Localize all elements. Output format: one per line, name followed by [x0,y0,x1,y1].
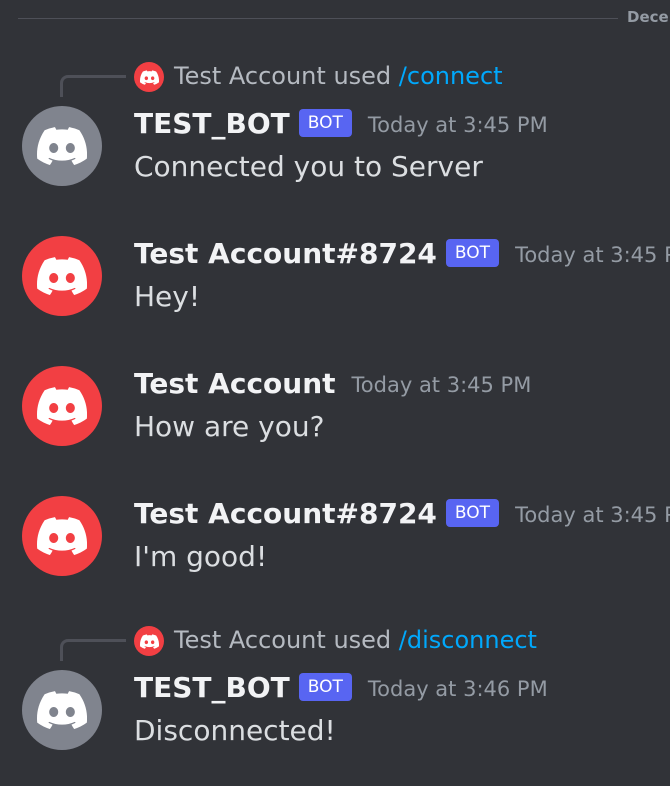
discord-logo-icon [37,691,87,729]
message-author[interactable]: Test Account [134,367,336,400]
bot-tag: BOT [445,499,500,527]
discord-logo-icon [139,69,159,85]
message-header: Test Account Today at 3:45 PM [134,365,531,401]
discord-logo-icon [37,257,87,295]
reply-username[interactable]: Test Account [174,626,326,654]
reply-avatar[interactable] [134,626,164,656]
reply-avatar[interactable] [134,62,164,92]
reply-spine [60,639,126,661]
reply-reference[interactable]: Test Account used /disconnect [0,624,670,661]
message-content: Hey! [134,280,201,313]
discord-logo-icon [37,387,87,425]
reply-text: Test Account used /connect [174,60,503,92]
discord-logo-icon [37,127,87,165]
reply-text: Test Account used /disconnect [174,624,537,656]
message-author[interactable]: Test Account#8724 [134,237,437,270]
message-timestamp[interactable]: Today at 3:45 PM [515,499,670,527]
avatar[interactable] [22,236,102,316]
message-header: Test Account#8724 BOT Today at 3:45 PM [134,235,670,271]
reply-spine [60,75,126,97]
message-header: Test Account#8724 BOT Today at 3:45 PM [134,495,670,531]
divider-line [18,18,618,19]
date-divider: Dece [0,0,670,36]
discord-logo-icon [139,633,159,649]
reply-reference[interactable]: Test Account used /connect [0,60,670,97]
message-header: TEST_BOT BOT Today at 3:46 PM [134,669,548,705]
message-header: TEST_BOT BOT Today at 3:45 PM [134,105,548,141]
message-timestamp[interactable]: Today at 3:45 PM [352,369,532,397]
bot-tag: BOT [298,673,352,701]
chat-message-list: Dece Test Account used /connect TEST_BOT… [0,0,670,786]
avatar[interactable] [22,106,102,186]
avatar[interactable] [22,366,102,446]
avatar[interactable] [22,670,102,750]
divider-date-label: Dece [627,8,669,26]
reply-used-label: used [333,62,392,90]
message-timestamp[interactable]: Today at 3:46 PM [368,673,548,701]
avatar[interactable] [22,496,102,576]
bot-tag: BOT [445,239,500,267]
message-content: Connected you to Server [134,150,483,183]
message-author[interactable]: TEST_BOT [134,671,290,704]
reply-command-link[interactable]: /connect [399,62,503,90]
message-timestamp[interactable]: Today at 3:45 PM [368,109,548,137]
reply-command-link[interactable]: /disconnect [399,626,537,654]
message-author[interactable]: TEST_BOT [134,107,290,140]
message-content: I'm good! [134,540,268,573]
reply-username[interactable]: Test Account [174,62,326,90]
message-author[interactable]: Test Account#8724 [134,497,437,530]
message-timestamp[interactable]: Today at 3:45 PM [515,239,670,267]
discord-logo-icon [37,517,87,555]
message-content: Disconnected! [134,714,336,747]
message-content: How are you? [134,410,325,443]
bot-tag: BOT [298,109,352,137]
reply-used-label: used [333,626,392,654]
